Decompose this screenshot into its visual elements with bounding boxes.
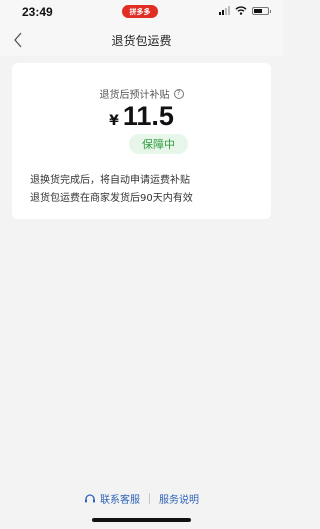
cellular-signal-icon <box>219 6 230 15</box>
home-indicator[interactable] <box>92 518 191 522</box>
description-line: 退换货完成后，将自动申请运费补贴 <box>30 175 190 186</box>
nav-bar: 退货包运费 <box>0 24 283 56</box>
contact-service-label: 联系客服 <box>100 495 140 506</box>
wifi-icon <box>235 6 247 15</box>
status-icons <box>219 6 271 15</box>
footer-links: 联系客服 服务说明 <box>0 491 283 506</box>
footer-divider <box>149 493 150 504</box>
status-badge: 保障中 <box>129 134 188 154</box>
headset-icon <box>85 494 95 503</box>
battery-icon <box>252 6 271 15</box>
subsidy-amount: ¥ 11.5 <box>12 101 271 132</box>
amount-value: 11.5 <box>122 101 174 131</box>
status-time: 23:49 <box>22 5 53 19</box>
currency-symbol: ¥ <box>109 113 119 129</box>
app-badge: 拼多多 <box>122 5 158 18</box>
service-info-link[interactable]: 服务说明 <box>159 491 199 506</box>
estimate-label: 退货后预计补贴 <box>99 90 170 101</box>
status-bar: 23:49 拼多多 <box>0 0 283 24</box>
info-circle-icon[interactable]: ? <box>173 88 184 99</box>
contact-service-link[interactable]: 联系客服 <box>84 491 140 506</box>
page-title: 退货包运费 <box>111 34 172 48</box>
description-line: 退货包运费在商家发货后90天内有效 <box>30 193 193 204</box>
estimate-row: 退货后预计补贴 ? <box>12 86 271 101</box>
subsidy-card: 退货后预计补贴 ? ¥ 11.5 保障中 退换货完成后，将自动申请运费补贴 退货… <box>12 63 271 219</box>
